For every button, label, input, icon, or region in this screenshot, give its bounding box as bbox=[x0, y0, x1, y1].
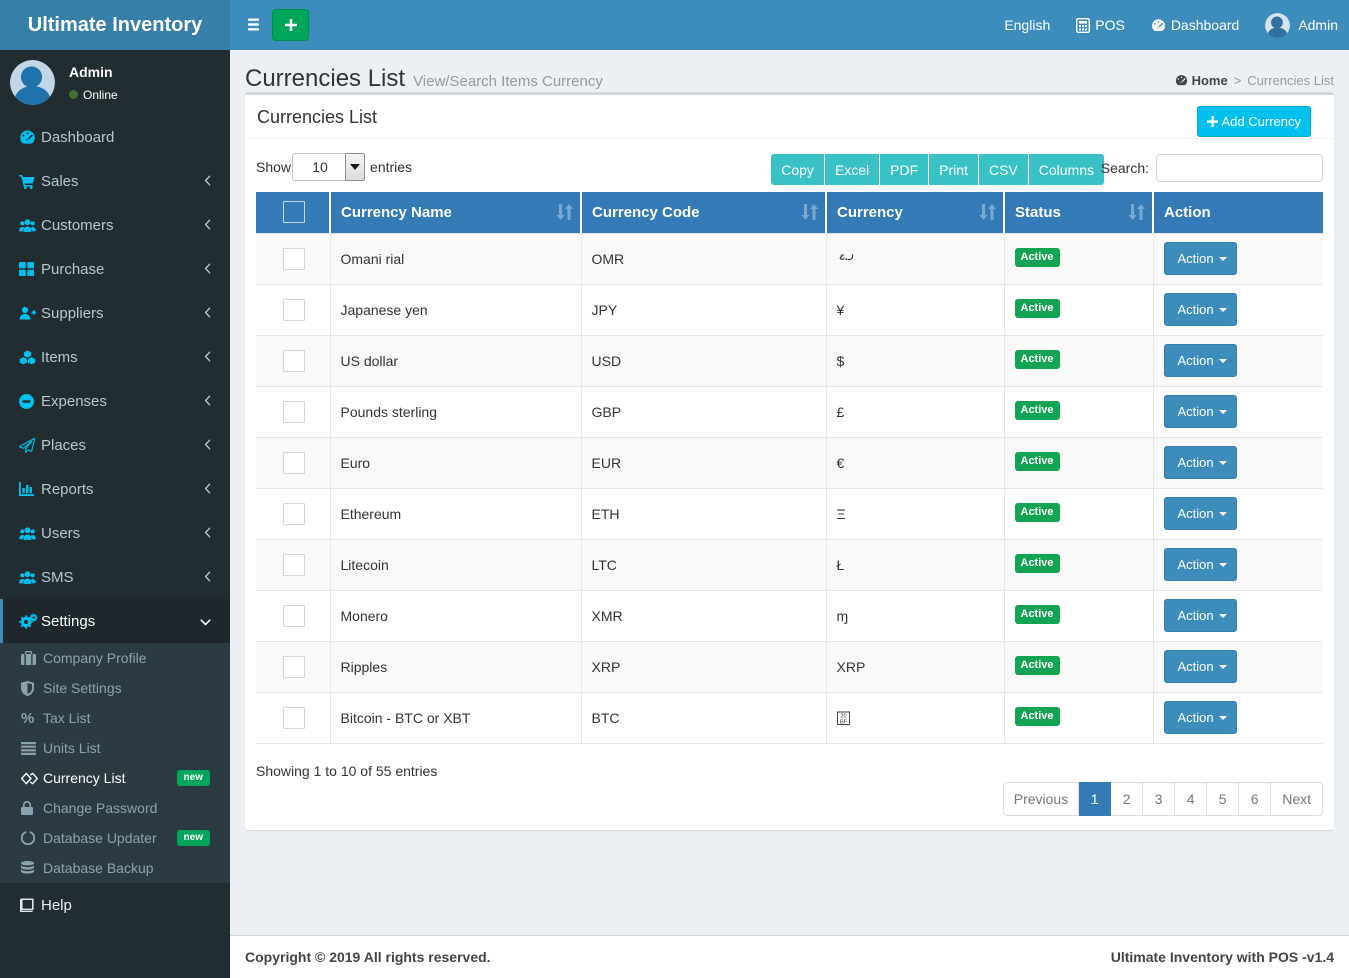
svg-text:BF: BF bbox=[839, 719, 847, 725]
